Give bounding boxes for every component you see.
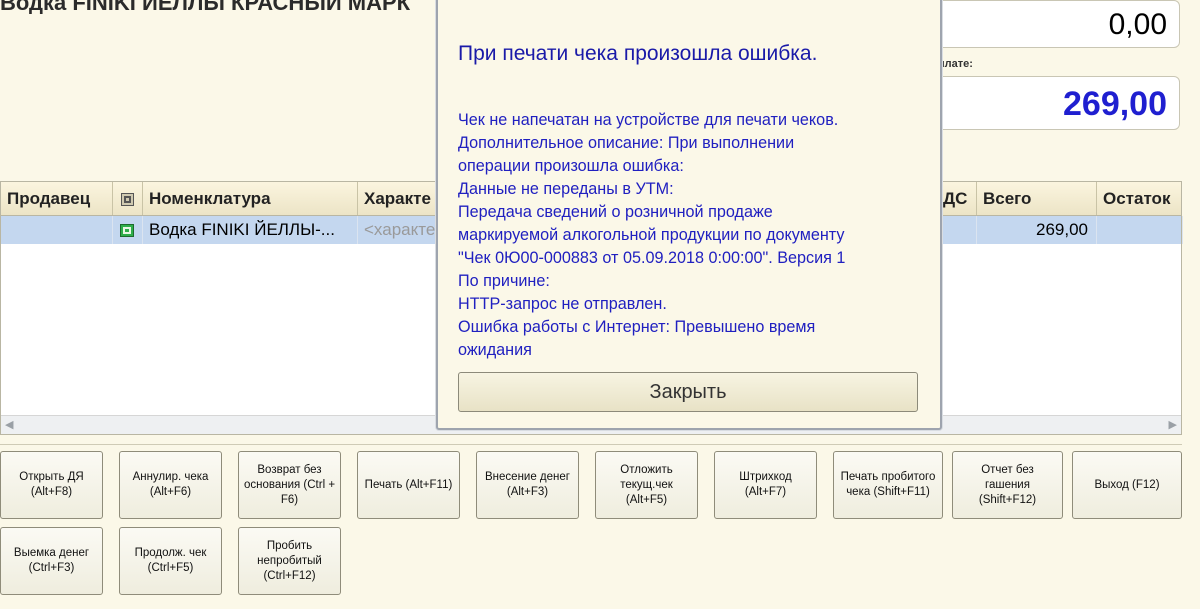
exit-button[interactable]: Выход (F12) (1072, 451, 1182, 519)
dialog-line: Чек не напечатан на устройстве для печат… (458, 111, 839, 129)
dialog-line: ожидания (458, 341, 532, 359)
column-total[interactable]: Всего (977, 182, 1097, 215)
error-dialog: При печати чека произошла ошибка. Чек не… (436, 0, 942, 430)
cell-characteristic: <характе (358, 216, 442, 244)
to-pay-field: 269,00 (930, 76, 1180, 130)
dialog-message: Чек не напечатан на устройстве для печат… (458, 109, 928, 362)
dialog-line: "Чек 0Ю00-000883 от 05.09.2018 0:00:00".… (458, 249, 846, 267)
punch-unpunched-button[interactable]: Пробить непробитый (Ctrl+F12) (238, 527, 341, 595)
postpone-receipt-button[interactable]: Отложить текущ.чек (Alt+F5) (595, 451, 698, 519)
pay-label: плате: (938, 58, 973, 70)
dialog-line: маркируемой алкогольной продукции по док… (458, 226, 845, 244)
dialog-line: Данные не переданы в УТМ: (458, 180, 674, 198)
column-icon[interactable] (113, 182, 143, 215)
cash-out-button[interactable]: Выемка денег (Ctrl+F3) (0, 527, 103, 595)
column-seller[interactable]: Продавец (1, 182, 113, 215)
column-vat[interactable]: ДС (941, 182, 977, 215)
barcode-button[interactable]: Штрихкод (Alt+F7) (714, 451, 817, 519)
dialog-line: HTTP-запрос не отправлен. (458, 295, 667, 313)
product-icon (120, 224, 134, 238)
open-cash-box-button[interactable]: Открыть ДЯ (Alt+F8) (0, 451, 103, 519)
print-punched-receipt-button[interactable]: Печать пробитого чека (Shift+F11) (833, 451, 943, 519)
grid-icon (121, 193, 134, 207)
x-report-button[interactable]: Отчет без гашения (Shift+F12) (952, 451, 1063, 519)
dialog-title: При печати чека произошла ошибка. (458, 42, 818, 65)
cell-rest (1097, 216, 1183, 244)
dialog-line: Передача сведений о розничной продаже (458, 203, 773, 221)
cell-total: 269,00 (977, 216, 1097, 244)
dialog-line: операции произошла ошибка: (458, 157, 684, 175)
total-top-field: 0,00 (930, 0, 1180, 48)
cell-vat (941, 216, 977, 244)
continue-receipt-button[interactable]: Продолж. чек (Ctrl+F5) (119, 527, 222, 595)
divider (0, 444, 1182, 445)
print-button[interactable]: Печать (Alt+F11) (357, 451, 460, 519)
document-title: Водка FINIKI ЙЕЛЛЫ КРАСНЫЙ МАРК (0, 0, 411, 14)
column-nomenclature[interactable]: Номенклатура (143, 182, 358, 215)
dialog-line: Дополнительное описание: При выполнении (458, 134, 795, 152)
cell-icon (113, 216, 143, 244)
scroll-left-icon[interactable]: ◀ (5, 418, 13, 431)
close-button[interactable]: Закрыть (458, 372, 918, 412)
cell-nomenclature: Водка FINIKI ЙЕЛЛЫ-... (143, 216, 358, 244)
column-rest[interactable]: Остаток (1097, 182, 1183, 215)
cell-seller (1, 216, 113, 244)
scroll-right-icon[interactable]: ▶ (1169, 418, 1177, 431)
cash-in-button[interactable]: Внесение денег (Alt+F3) (476, 451, 579, 519)
dialog-line: По причине: (458, 272, 550, 290)
return-without-base-button[interactable]: Возврат без основания (Ctrl + F6) (238, 451, 341, 519)
column-characteristic[interactable]: Характе (358, 182, 442, 215)
cancel-receipt-button[interactable]: Аннулир. чека (Alt+F6) (119, 451, 222, 519)
dialog-line: Ошибка работы с Интернет: Превышено врем… (458, 318, 816, 336)
